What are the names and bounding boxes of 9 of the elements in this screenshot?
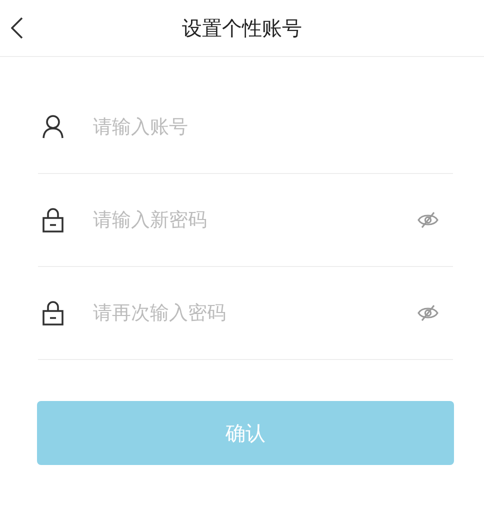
- lock-icon: [42, 300, 64, 326]
- back-icon: [11, 17, 23, 39]
- page-title: 设置个性账号: [182, 14, 302, 42]
- eye-slash-icon: [417, 211, 439, 229]
- eye-slash-icon: [417, 304, 439, 322]
- hide-password-button[interactable]: [415, 209, 441, 231]
- user-icon: [42, 115, 64, 139]
- lock-icon: [42, 207, 64, 233]
- hide-password-button[interactable]: [415, 302, 441, 324]
